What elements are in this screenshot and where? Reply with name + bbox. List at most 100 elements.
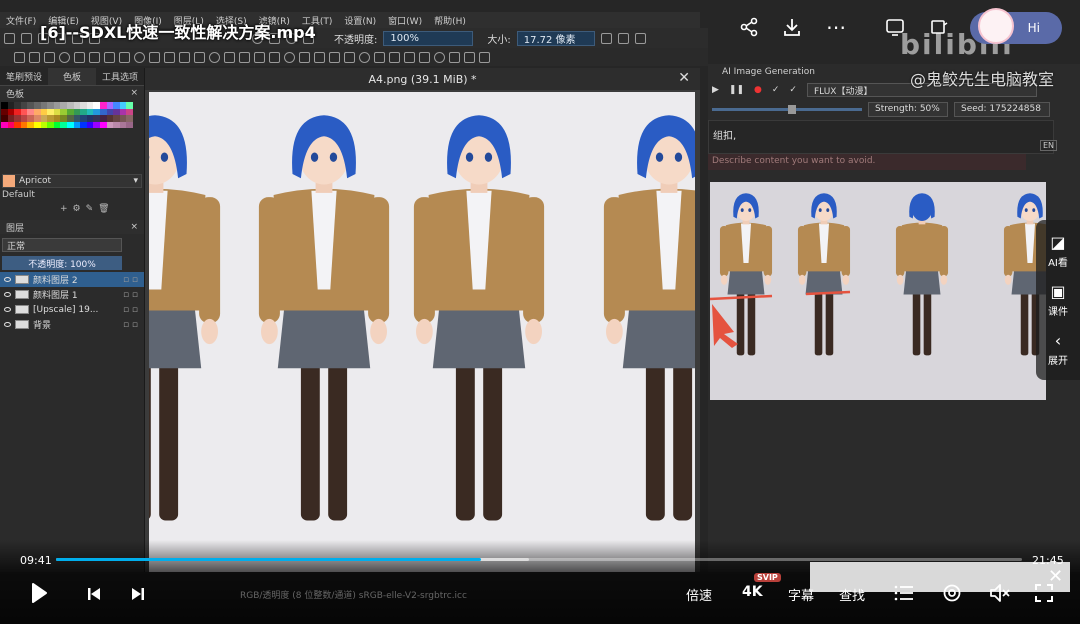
- progress-bar[interactable]: [56, 558, 1022, 561]
- side-panel-item[interactable]: ▣ 课件: [1048, 282, 1068, 318]
- ellipse-tool-icon[interactable]: [134, 51, 145, 63]
- pause-icon[interactable]: ❚❚: [729, 85, 744, 95]
- pan-icon[interactable]: [479, 51, 490, 63]
- edit-icon[interactable]: ✎: [86, 204, 94, 214]
- fill-icon[interactable]: [299, 51, 310, 63]
- palette-swatch[interactable]: [27, 108, 34, 116]
- palette-swatch[interactable]: [20, 102, 28, 109]
- palette-swatch[interactable]: [33, 121, 41, 129]
- palette-swatch[interactable]: [106, 108, 114, 116]
- palette-swatch[interactable]: [33, 102, 41, 109]
- eye-icon[interactable]: [4, 307, 11, 313]
- palette-swatch[interactable]: [14, 121, 21, 129]
- freehand-path-icon[interactable]: [194, 51, 205, 63]
- palette-swatch[interactable]: [73, 102, 81, 109]
- palette-swatch[interactable]: [47, 115, 54, 122]
- lock-icon[interactable]: ▫ ▫: [123, 305, 138, 315]
- add-icon[interactable]: +: [60, 204, 68, 214]
- palette-swatch[interactable]: [93, 121, 100, 129]
- palette-swatch[interactable]: [53, 108, 61, 116]
- palette-swatch[interactable]: [106, 115, 114, 122]
- speed-button[interactable]: 倍速: [686, 585, 712, 604]
- layer-row[interactable]: 颜料图层 1 ▫ ▫: [0, 287, 144, 302]
- picker-icon[interactable]: [284, 51, 295, 63]
- bezier-icon[interactable]: [179, 51, 190, 63]
- crop-icon[interactable]: [254, 51, 265, 63]
- settings-button[interactable]: [941, 582, 963, 604]
- prompt-input[interactable]: 组扣,: [708, 120, 1054, 154]
- palette-swatch[interactable]: [7, 102, 15, 109]
- download-icon[interactable]: [779, 14, 805, 40]
- lock-icon[interactable]: ▫ ▫: [123, 320, 138, 330]
- check-icon[interactable]: ✓: [772, 85, 780, 95]
- palette-swatch[interactable]: [14, 115, 21, 122]
- palette-swatch[interactable]: [60, 121, 67, 129]
- menu-item[interactable]: 设置(N): [344, 14, 376, 27]
- subtitle-button[interactable]: 字幕: [788, 585, 814, 604]
- close-icon[interactable]: ×: [130, 222, 138, 232]
- delete-icon[interactable]: 🗑: [98, 204, 109, 214]
- layer-opacity-slider[interactable]: 不透明度: 100%: [2, 256, 122, 271]
- free-select-icon[interactable]: [389, 51, 400, 63]
- layer-row[interactable]: 背景 ▫ ▫: [0, 317, 144, 332]
- mirror-vertical-icon[interactable]: [617, 32, 629, 44]
- more-icon[interactable]: ⋯: [823, 14, 849, 40]
- eye-icon[interactable]: [4, 322, 11, 328]
- palette-swatch[interactable]: [47, 121, 54, 129]
- rect-select-icon[interactable]: [344, 51, 355, 63]
- dynamic-brush-icon[interactable]: [209, 51, 220, 63]
- palette-swatch[interactable]: [80, 108, 87, 116]
- side-panel-item[interactable]: ◪ AI看: [1048, 233, 1068, 269]
- bezier-select-icon[interactable]: [434, 51, 445, 63]
- next-button[interactable]: [128, 584, 148, 604]
- record-icon[interactable]: ●: [754, 85, 762, 95]
- strength-field[interactable]: Strength: 50%: [868, 101, 948, 117]
- lock-icon[interactable]: ▫ ▫: [123, 290, 138, 300]
- palette-swatch[interactable]: [20, 121, 28, 129]
- palette-swatch[interactable]: [66, 108, 74, 116]
- palette-swatch[interactable]: [27, 102, 34, 109]
- palette-swatch[interactable]: [126, 108, 133, 116]
- pen-icon[interactable]: [74, 51, 85, 63]
- wrench-icon[interactable]: [634, 32, 646, 44]
- layer-row[interactable]: [Upscale] 19... ▫ ▫: [0, 302, 144, 317]
- tab-tool-options[interactable]: 工具选项: [96, 68, 144, 85]
- poly-select-icon[interactable]: [374, 51, 385, 63]
- palette-swatch[interactable]: [73, 108, 81, 116]
- palette-swatch[interactable]: [40, 108, 48, 116]
- palette-swatch[interactable]: [53, 102, 61, 109]
- palette-swatch[interactable]: [80, 115, 87, 122]
- palette-swatch[interactable]: [99, 108, 107, 116]
- language-badge[interactable]: EN: [1040, 140, 1058, 151]
- palette-swatch[interactable]: [60, 115, 67, 122]
- palette-swatch[interactable]: [93, 108, 100, 116]
- close-icon[interactable]: ×: [130, 88, 138, 98]
- palette-swatch[interactable]: [113, 108, 120, 116]
- palette-swatch[interactable]: [86, 108, 94, 116]
- strength-slider[interactable]: [712, 104, 862, 114]
- line-tool-icon[interactable]: [104, 51, 115, 63]
- volume-button[interactable]: [988, 582, 1012, 604]
- size-field[interactable]: 17.72 像素: [516, 30, 595, 46]
- palette-swatch[interactable]: [40, 102, 48, 109]
- assistant-avatar[interactable]: [978, 8, 1014, 44]
- palette-swatch[interactable]: [73, 121, 81, 129]
- palette-swatch[interactable]: [106, 121, 114, 129]
- canvas[interactable]: [149, 92, 695, 572]
- palette-swatch[interactable]: [86, 121, 94, 129]
- color-palette[interactable]: [0, 100, 140, 130]
- zoom-icon[interactable]: [464, 51, 475, 63]
- magnetic-select-icon[interactable]: [449, 51, 460, 63]
- text-icon[interactable]: [29, 51, 40, 63]
- opacity-field[interactable]: 100%: [383, 30, 474, 46]
- palette-swatch[interactable]: [27, 121, 34, 129]
- palette-swatch[interactable]: [66, 121, 74, 129]
- palette-swatch[interactable]: [53, 115, 61, 122]
- previous-button[interactable]: [84, 584, 104, 604]
- ellipse-select-icon[interactable]: [359, 51, 370, 63]
- palette-swatch[interactable]: [60, 108, 67, 116]
- tab-palette[interactable]: 色板: [48, 68, 96, 85]
- menu-item[interactable]: 窗口(W): [388, 14, 422, 27]
- palette-swatch[interactable]: [99, 115, 107, 122]
- new-file-icon[interactable]: [4, 32, 15, 44]
